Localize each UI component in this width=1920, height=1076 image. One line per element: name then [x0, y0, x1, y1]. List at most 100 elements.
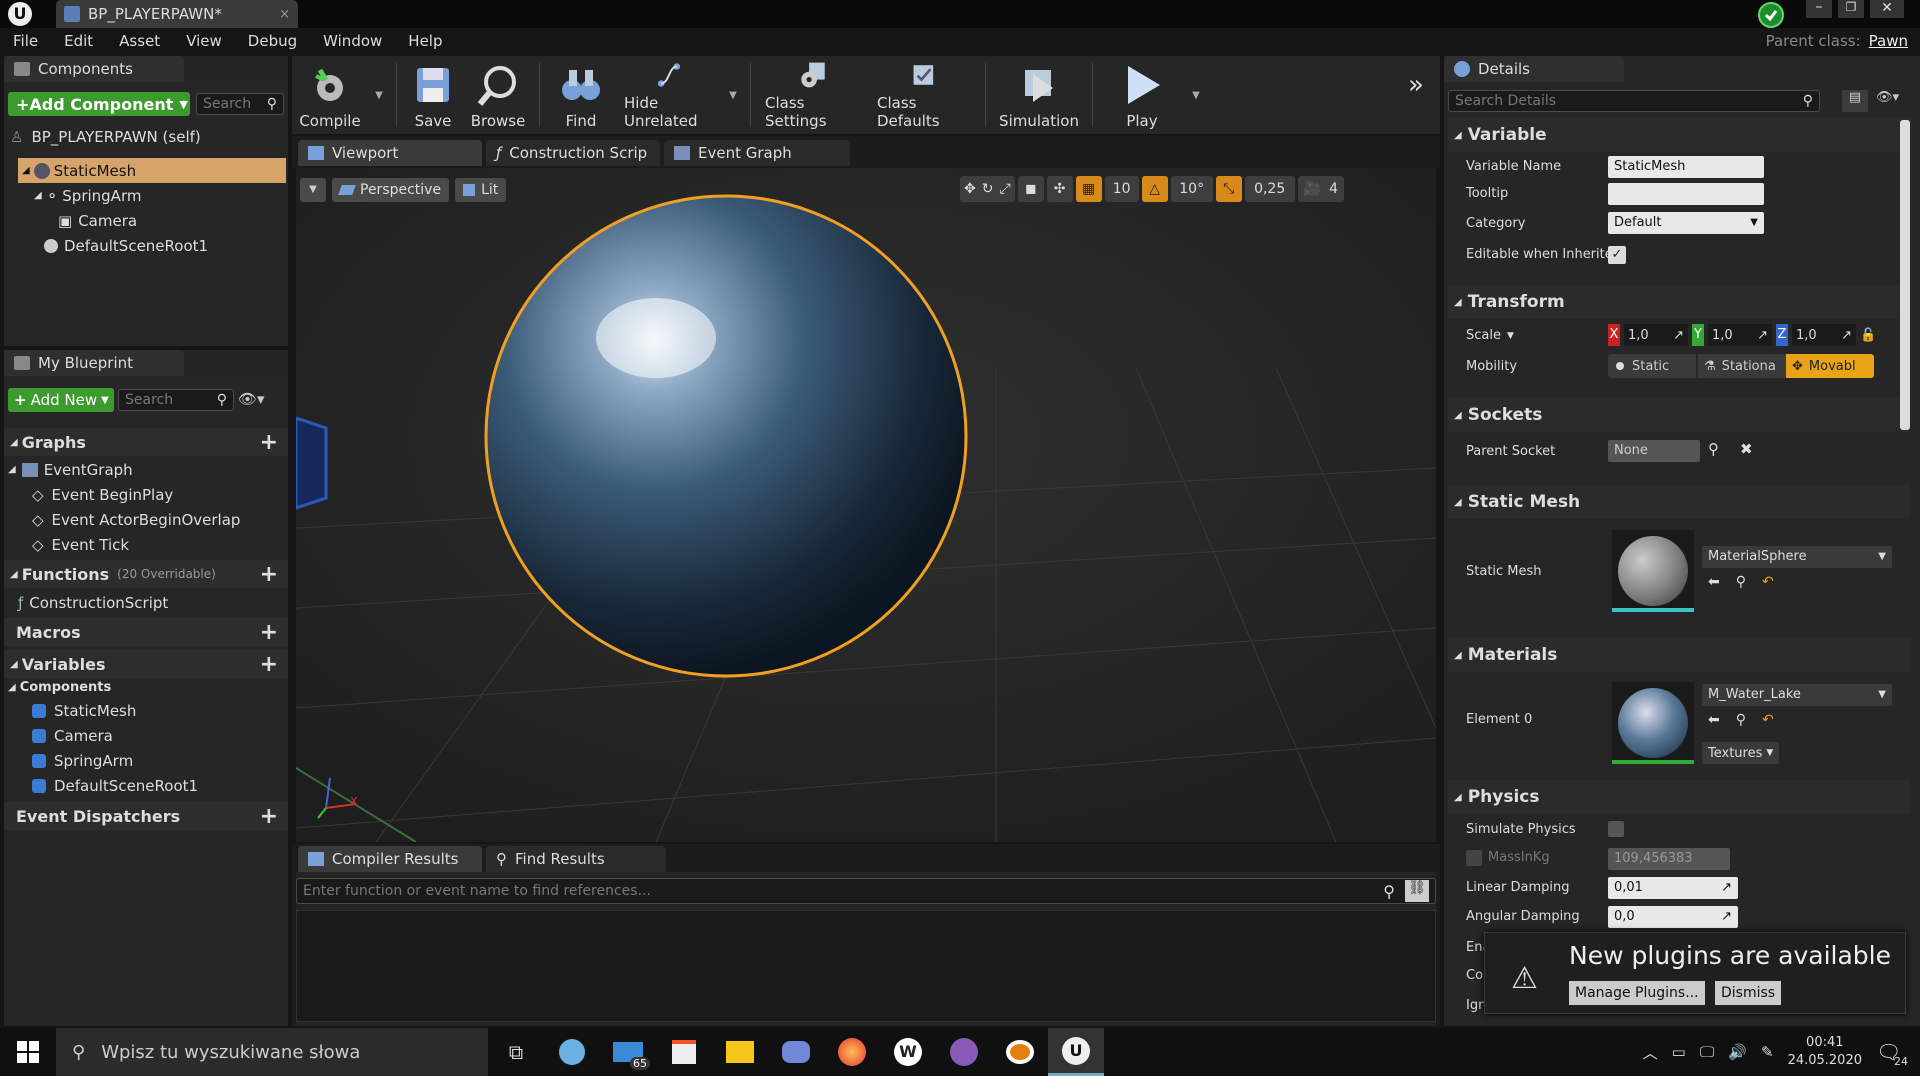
play-button[interactable]: Play	[1099, 60, 1185, 130]
toolbar-overflow-icon[interactable]: »	[1408, 70, 1424, 100]
clock[interactable]: 00:41 24.05.2020	[1788, 1034, 1862, 1070]
materials-section[interactable]: ◢ Materials	[1448, 638, 1910, 672]
components-category[interactable]: ◢ Components	[8, 680, 111, 695]
variable-item-staticmesh[interactable]: StaticMesh	[32, 698, 136, 723]
discord-icon[interactable]	[768, 1028, 824, 1076]
details-tab[interactable]: Details	[1444, 56, 1624, 82]
tab-construction-script[interactable]: ƒ Construction Scrip	[486, 140, 660, 166]
variable-section[interactable]: ◢ Variable	[1448, 118, 1910, 152]
menu-help[interactable]: Help	[395, 28, 455, 54]
browse-asset-icon[interactable]: ⚲	[1736, 712, 1746, 728]
mobility-static-button[interactable]: Static	[1608, 354, 1696, 378]
event-item-beginplay[interactable]: ◇ Event BeginPlay	[32, 482, 173, 507]
save-button[interactable]: Save	[403, 60, 463, 130]
browse-button[interactable]: Browse	[463, 60, 533, 130]
tree-item-staticmesh[interactable]: ◢ StaticMesh	[18, 158, 286, 183]
mass-override-checkbox[interactable]	[1466, 850, 1482, 866]
tree-item-springarm[interactable]: ◢ ⚬ SpringArm	[34, 183, 141, 208]
mobility-stationary-button[interactable]: ⚗ Stationa	[1698, 354, 1786, 378]
compile-button[interactable]: Compile	[292, 60, 368, 130]
viewport-options-dropdown[interactable]: ▼	[300, 178, 326, 202]
clear-socket-icon[interactable]: ✖	[1740, 440, 1753, 458]
maximize-button[interactable]: ❐	[1838, 0, 1864, 18]
reset-icon[interactable]: ↶	[1762, 712, 1774, 728]
hide-unrelated-dropdown[interactable]: ▼	[722, 90, 744, 101]
add-component-button[interactable]: +Add Component ▼	[8, 92, 190, 116]
compile-options-dropdown[interactable]: ▼	[368, 90, 390, 101]
add-function-button[interactable]: +	[260, 562, 278, 587]
tab-find-results[interactable]: ⚲ Find Results	[486, 846, 666, 872]
add-dispatcher-button[interactable]: +	[260, 804, 278, 829]
static-mesh-section[interactable]: ◢ Static Mesh	[1448, 485, 1910, 519]
dismiss-button[interactable]: Dismiss	[1715, 981, 1782, 1005]
use-selected-arrow-icon[interactable]: ⬅	[1708, 574, 1720, 590]
grid-snap-icon[interactable]: ▦	[1075, 176, 1102, 202]
show-hidden-icons[interactable]: ︿	[1643, 1042, 1658, 1063]
lock-icon[interactable]: 🔓	[1860, 328, 1876, 343]
tree-item-defaultsceneroot[interactable]: DefaultSceneRoot1	[44, 233, 208, 258]
source-control-icon[interactable]	[1758, 2, 1784, 28]
self-row[interactable]: ♙ BP_PLAYERPAWN (self)	[10, 124, 201, 149]
my-blueprint-tab[interactable]: My Blueprint	[4, 350, 184, 376]
menu-file[interactable]: File	[0, 28, 51, 54]
add-graph-button[interactable]: +	[260, 430, 278, 455]
scale-icon[interactable]: ⤢	[999, 181, 1010, 197]
tab-viewport[interactable]: Viewport	[298, 140, 482, 166]
pen-icon[interactable]: ✎	[1761, 1043, 1774, 1061]
document-tab[interactable]: BP_PLAYERPAWN* ×	[56, 0, 298, 28]
start-windows-icon[interactable]	[0, 1028, 56, 1076]
event-dispatchers-section[interactable]: Event Dispatchers +	[4, 802, 288, 830]
action-center-icon[interactable]: 🗨 24	[1876, 1040, 1908, 1068]
parent-class-link[interactable]: Pawn	[1869, 32, 1908, 50]
menu-asset[interactable]: Asset	[106, 28, 173, 54]
rotation-snap-value[interactable]: 10°	[1170, 176, 1213, 202]
menu-view[interactable]: View	[173, 28, 235, 54]
visibility-eye-icon[interactable]: 👁▾	[238, 390, 265, 408]
reset-icon[interactable]: ↶	[1762, 574, 1774, 590]
static-mesh-thumbnail[interactable]	[1612, 530, 1694, 612]
property-matrix-icon[interactable]: ▤	[1842, 90, 1868, 112]
material-dropdown[interactable]: M_Water_Lake ▼	[1702, 684, 1892, 706]
wordpress-icon[interactable]: W	[880, 1028, 936, 1076]
category-dropdown[interactable]: Default ▼	[1608, 212, 1764, 234]
scale-x-field[interactable]: 1,0 ↗	[1624, 324, 1688, 346]
sockets-section[interactable]: ◢ Sockets	[1448, 398, 1910, 432]
class-defaults-button[interactable]: Class Defaults	[869, 60, 979, 130]
parent-socket-field[interactable]: None	[1608, 440, 1700, 462]
add-new-button[interactable]: + Add New ▼	[8, 388, 114, 412]
grid-snap-value[interactable]: 10	[1104, 176, 1139, 202]
macros-section[interactable]: Macros +	[4, 618, 288, 646]
event-item-tick[interactable]: ◇ Event Tick	[32, 532, 129, 557]
use-selected-arrow-icon[interactable]: ⬅	[1708, 712, 1720, 728]
variable-item-camera[interactable]: Camera	[32, 723, 113, 748]
graphs-section[interactable]: ◢ Graphs +	[4, 428, 288, 456]
menu-edit[interactable]: Edit	[51, 28, 106, 54]
event-item-actorbeginoverlap[interactable]: ◇ Event ActorBeginOverlap	[32, 507, 240, 532]
menu-debug[interactable]: Debug	[235, 28, 310, 54]
tab-compiler-results[interactable]: Compiler Results	[298, 846, 482, 872]
details-search-input[interactable]: Search Details ⚲	[1448, 90, 1820, 112]
simulate-physics-checkbox[interactable]	[1608, 821, 1624, 837]
camera-speed-button[interactable]: 🎥 4	[1297, 176, 1345, 202]
construction-script-item[interactable]: ƒ ConstructionScript	[18, 590, 168, 615]
store-icon[interactable]	[656, 1028, 712, 1076]
scale-label-dropdown[interactable]: Scale ▼	[1466, 328, 1514, 343]
lit-button[interactable]: Lit	[455, 178, 507, 202]
scale-snap-icon[interactable]: ⤡	[1215, 176, 1242, 202]
network-icon[interactable]: 🖵	[1700, 1043, 1714, 1061]
browse-asset-icon[interactable]: ⚲	[1736, 574, 1746, 590]
manage-plugins-button[interactable]: Manage Plugins...	[1569, 981, 1705, 1005]
find-button[interactable]: Find	[546, 60, 616, 130]
minimize-button[interactable]: –	[1806, 0, 1832, 18]
transform-section[interactable]: ◢ Transform	[1448, 285, 1910, 319]
simulation-button[interactable]: Simulation	[992, 60, 1086, 130]
menu-window[interactable]: Window	[310, 28, 395, 54]
rotate-icon[interactable]: ↻	[982, 181, 994, 197]
angular-damping-field[interactable]: 0,0 ↗	[1608, 906, 1738, 928]
textures-dropdown[interactable]: Textures ▼	[1702, 742, 1780, 764]
variables-section[interactable]: ◢ Variables +	[4, 650, 288, 678]
task-view-icon[interactable]: ⧉	[488, 1028, 544, 1076]
surface-snap-icon[interactable]: ✣	[1046, 176, 1073, 202]
variable-item-defaultsceneroot[interactable]: DefaultSceneRoot1	[32, 773, 198, 798]
find-in-all-blueprints-icon[interactable]: ⛓	[1405, 880, 1429, 902]
